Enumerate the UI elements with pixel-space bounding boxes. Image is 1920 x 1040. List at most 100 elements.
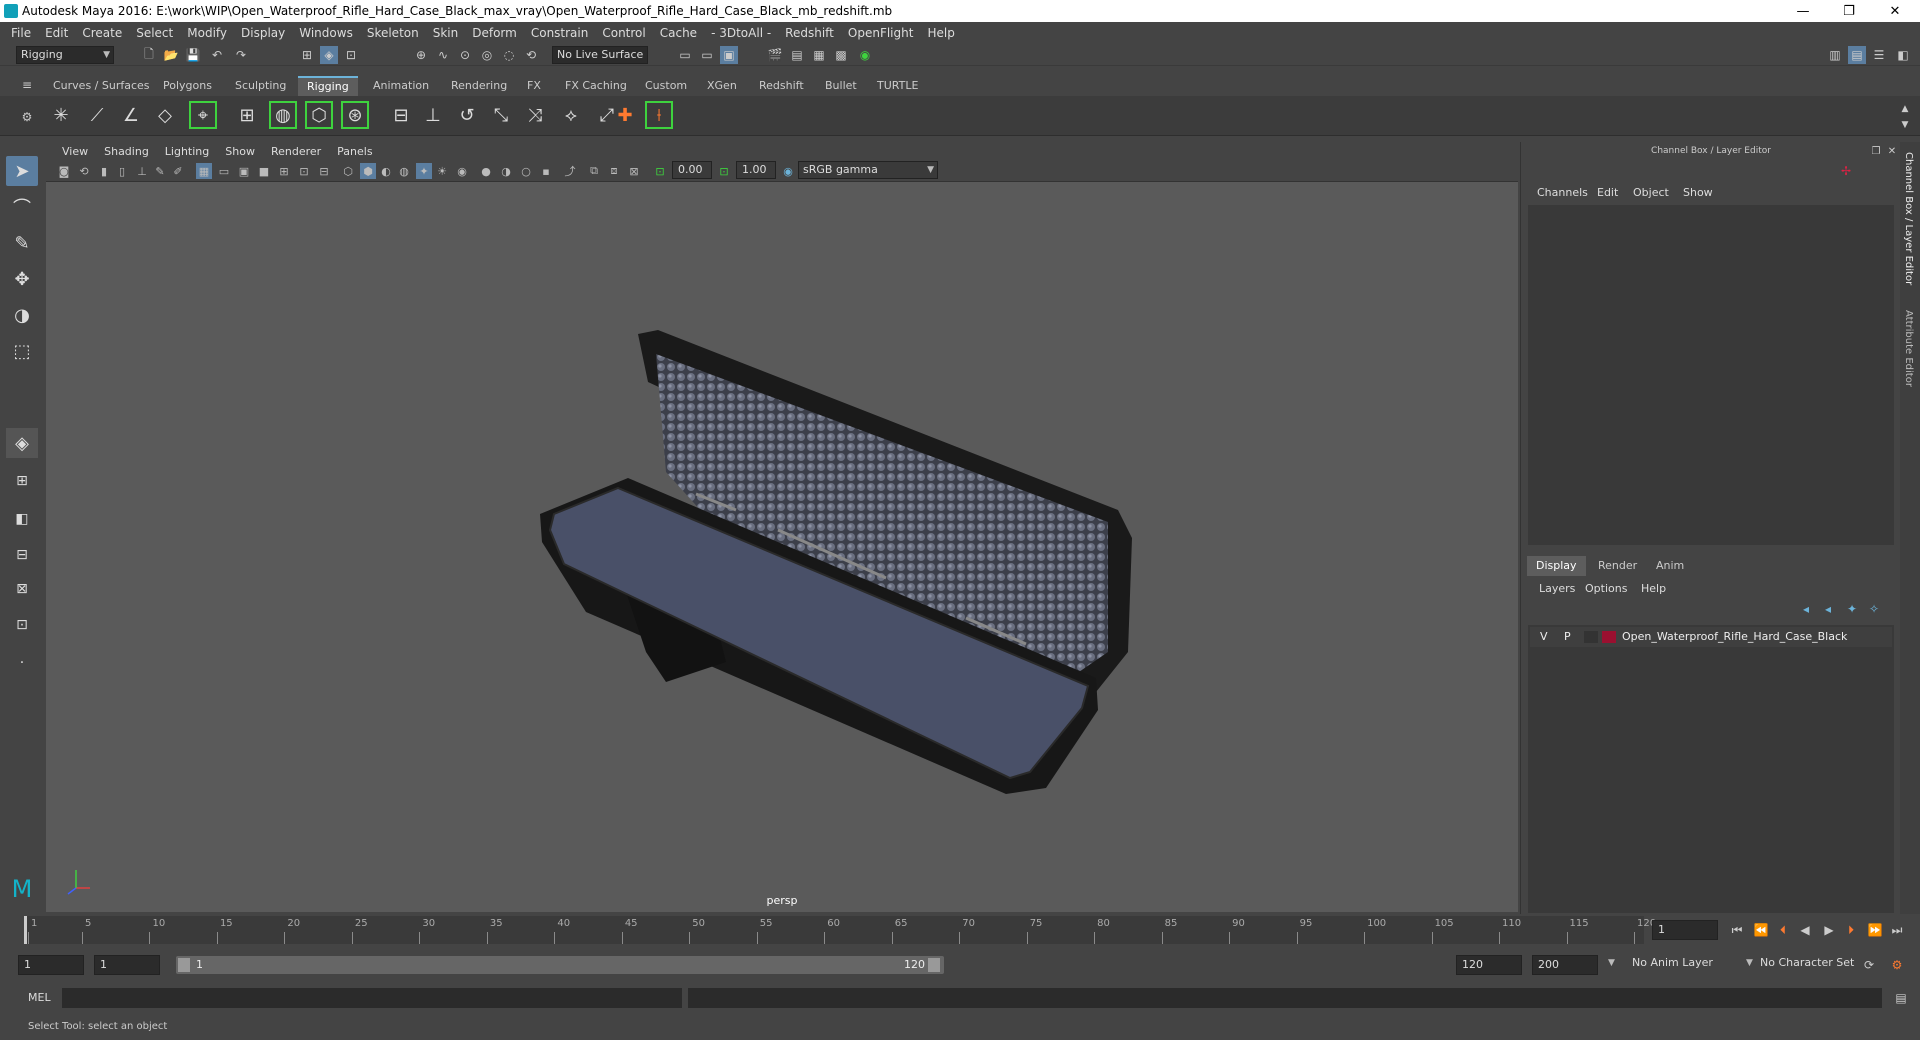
snap-grid-icon[interactable]: ⊕ bbox=[412, 46, 430, 64]
new-layer-icon[interactable]: ✦ bbox=[1843, 600, 1861, 618]
layer-row[interactable]: V P Open_Waterproof_Rifle_Hard_Case_Blac… bbox=[1530, 627, 1892, 647]
new-scene-icon[interactable]: 🗋 bbox=[140, 46, 158, 64]
menu-skin[interactable]: Skin bbox=[426, 26, 466, 40]
save-scene-icon[interactable]: 💾 bbox=[184, 46, 202, 64]
new-layer-selected-icon[interactable]: ✧ bbox=[1865, 600, 1883, 618]
menu-control[interactable]: Control bbox=[595, 26, 652, 40]
close-panel-icon[interactable]: ✕ bbox=[1883, 142, 1901, 160]
resolution-gate-icon[interactable]: ▣ bbox=[236, 163, 252, 179]
safe-title-icon[interactable]: ⊟ bbox=[316, 163, 332, 179]
menu-cache[interactable]: Cache bbox=[653, 26, 704, 40]
layer-type-toggle[interactable] bbox=[1584, 631, 1598, 643]
current-frame-field[interactable]: 1 bbox=[1652, 920, 1718, 940]
depth-of-field-icon[interactable]: ○ bbox=[518, 163, 534, 179]
move-layer-up-icon[interactable]: ◂ bbox=[1797, 600, 1815, 618]
lattice-icon[interactable]: ⬡ bbox=[304, 100, 334, 130]
hud-icon[interactable]: ⊠ bbox=[626, 163, 642, 179]
close-button[interactable]: ✕ bbox=[1872, 0, 1918, 22]
menu-set-selector[interactable]: Rigging ▼ bbox=[16, 46, 114, 64]
playback-start-field[interactable]: 1 bbox=[94, 955, 160, 975]
tab-xgen[interactable]: XGen bbox=[698, 76, 746, 96]
layer-color-swatch[interactable] bbox=[1602, 631, 1616, 643]
side-tab-attribute-editor[interactable]: Attribute Editor bbox=[1903, 310, 1914, 387]
xray-icon[interactable]: ▪ bbox=[538, 163, 554, 179]
shelf-menu-icon[interactable]: ≡ bbox=[18, 76, 36, 94]
menu-skeleton[interactable]: Skeleton bbox=[360, 26, 426, 40]
step-back-icon[interactable]: ⏪ bbox=[1752, 921, 1770, 939]
menu-openflight[interactable]: OpenFlight bbox=[841, 26, 921, 40]
play-backwards-icon[interactable]: ◀ bbox=[1796, 921, 1814, 939]
orient-constraint-icon[interactable]: ↺ bbox=[452, 100, 482, 130]
undo-icon[interactable]: ↶ bbox=[208, 46, 226, 64]
xray-joints-icon[interactable]: ⧉ bbox=[586, 163, 602, 179]
ik-spline-icon[interactable]: ∠ bbox=[116, 100, 146, 130]
tab-animation[interactable]: Animation bbox=[364, 76, 438, 96]
exposure-icon[interactable]: ⊡ bbox=[652, 163, 668, 179]
point-constraint-icon[interactable]: ⊥ bbox=[418, 100, 448, 130]
gamma-icon[interactable]: ⊡ bbox=[716, 163, 732, 179]
persp-hypershade-layout-icon[interactable]: ⊠ bbox=[6, 574, 38, 604]
tab-turtle[interactable]: TURTLE bbox=[868, 76, 927, 96]
channels-menu[interactable]: Channels bbox=[1537, 186, 1588, 199]
menu-redshift[interactable]: Redshift bbox=[778, 26, 841, 40]
ambient-occlusion-icon[interactable]: ◉ bbox=[454, 163, 470, 179]
camera-select-icon[interactable]: ◙ bbox=[56, 163, 72, 179]
symmetry-icon[interactable]: ⟲ bbox=[522, 46, 540, 64]
playback-end-field[interactable]: 120 bbox=[1456, 955, 1522, 975]
select-tool-icon[interactable]: ➤ bbox=[6, 156, 38, 186]
tab-sculpting[interactable]: Sculpting bbox=[226, 76, 295, 96]
motion-blur-icon[interactable]: ● bbox=[478, 163, 494, 179]
aim-constraint-icon[interactable]: ⤨ bbox=[520, 100, 550, 130]
insert-joint-icon[interactable]: ◇ bbox=[150, 100, 180, 130]
wireframe-on-shaded-icon[interactable]: ◐ bbox=[378, 163, 394, 179]
custom-layout-icon[interactable]: ⊡ bbox=[6, 610, 38, 640]
manipulator-icon[interactable]: ✢ bbox=[1837, 162, 1855, 180]
workspace-icon-1[interactable]: ▥ bbox=[1826, 46, 1844, 64]
anti-aliasing-icon[interactable]: ◑ bbox=[498, 163, 514, 179]
rotate-tool-icon[interactable]: ◑ bbox=[6, 300, 38, 330]
create-locator-icon[interactable]: ⌖ bbox=[188, 100, 218, 130]
menu-display[interactable]: Display bbox=[234, 26, 292, 40]
menu-create[interactable]: Create bbox=[75, 26, 129, 40]
range-slider[interactable]: 1 120 bbox=[176, 956, 944, 974]
mel-command-input[interactable] bbox=[62, 988, 682, 1008]
panel-menu-panels[interactable]: Panels bbox=[329, 145, 380, 158]
go-to-start-icon[interactable]: ⏮ bbox=[1728, 921, 1746, 939]
tab-custom[interactable]: Custom bbox=[636, 76, 696, 96]
shadows-icon[interactable]: ☀ bbox=[434, 163, 450, 179]
redshift-render-view-icon[interactable]: ◉ bbox=[856, 46, 874, 64]
make-live-icon[interactable]: ◌ bbox=[500, 46, 518, 64]
image-plane-icon[interactable]: ▯ bbox=[114, 163, 130, 179]
animation-start-field[interactable]: 1 bbox=[18, 955, 84, 975]
menu-constrain[interactable]: Constrain bbox=[524, 26, 596, 40]
pole-vector-icon[interactable]: ⟡ bbox=[556, 100, 586, 130]
menu-edit[interactable]: Edit bbox=[38, 26, 75, 40]
create-joints-icon[interactable]: ✳ bbox=[46, 100, 76, 130]
show-menu[interactable]: Show bbox=[1683, 186, 1713, 199]
four-view-layout-icon[interactable]: ⊞ bbox=[6, 466, 38, 496]
ik-handle-icon[interactable]: ⟋ bbox=[82, 100, 112, 130]
range-start-handle[interactable] bbox=[178, 958, 190, 972]
shelf-scroll-down-icon[interactable]: ▼ bbox=[1896, 116, 1914, 134]
render-frame-icon[interactable]: 🎬 bbox=[766, 46, 784, 64]
ipr-render-icon[interactable]: ▤ bbox=[788, 46, 806, 64]
play-forwards-icon[interactable]: ▶ bbox=[1820, 921, 1838, 939]
menu-windows[interactable]: Windows bbox=[292, 26, 360, 40]
tab-curves-surfaces[interactable]: Curves / Surfaces bbox=[44, 76, 159, 96]
side-tab-channel-box[interactable]: Channel Box / Layer Editor bbox=[1903, 152, 1914, 285]
range-end-handle[interactable] bbox=[928, 958, 940, 972]
menu-3dtoall[interactable]: - 3DtoAll - bbox=[704, 26, 778, 40]
perspective-viewport[interactable]: persp bbox=[46, 182, 1518, 912]
tab-bullet[interactable]: Bullet bbox=[816, 76, 866, 96]
color-management-icon[interactable]: ◉ bbox=[780, 163, 796, 179]
move-tool-icon[interactable]: ✥ bbox=[6, 264, 38, 294]
character-set-selector[interactable]: ▼ No Character Set bbox=[1746, 955, 1864, 975]
workspace-icon-4[interactable]: ◧ bbox=[1894, 46, 1912, 64]
redo-icon[interactable]: ↷ bbox=[232, 46, 250, 64]
output-ops-icon[interactable]: ▭ bbox=[698, 46, 716, 64]
safe-action-icon[interactable]: ⊡ bbox=[296, 163, 312, 179]
step-forward-icon[interactable]: ⏩ bbox=[1866, 921, 1884, 939]
snap-curve-icon[interactable]: ∿ bbox=[434, 46, 452, 64]
grid-toggle-icon[interactable]: ✐ bbox=[170, 163, 186, 179]
panel-menu-view[interactable]: View bbox=[54, 145, 96, 158]
